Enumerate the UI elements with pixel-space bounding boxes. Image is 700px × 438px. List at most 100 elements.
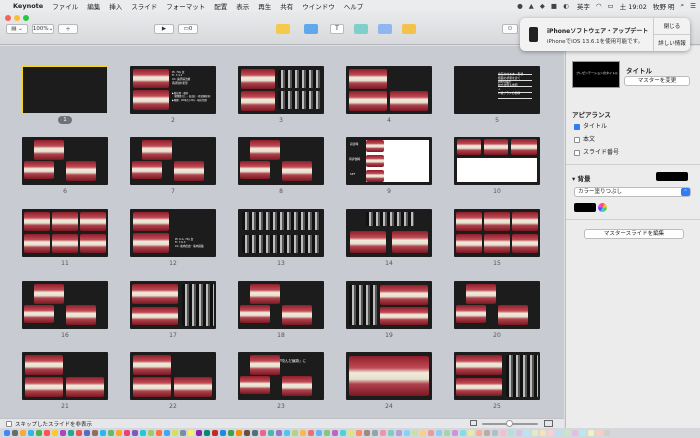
slide-number-checkbox[interactable]: [574, 149, 580, 156]
dock-app-icon[interactable]: [524, 430, 530, 436]
dock-app-icon[interactable]: [324, 430, 330, 436]
body-checkbox[interactable]: [574, 136, 580, 143]
dock-app-icon[interactable]: [372, 430, 378, 436]
menu-share[interactable]: 共有: [280, 1, 293, 11]
dock-app-icon[interactable]: [84, 430, 90, 436]
fill-type-select[interactable]: カラー塗りつぶし ⌃: [574, 187, 691, 197]
slide-thumbnail[interactable]: [346, 66, 432, 114]
chart-icon[interactable]: [304, 24, 318, 34]
slide-thumbnail[interactable]: [454, 352, 540, 400]
dock-app-icon[interactable]: [492, 430, 498, 436]
dock-app-icon[interactable]: [548, 430, 554, 436]
shape-icon[interactable]: [354, 24, 368, 34]
close-window-icon[interactable]: [5, 15, 11, 21]
dock-app-icon[interactable]: [532, 430, 538, 436]
status-icons[interactable]: ● ▲ ◆ ■ ◐: [517, 2, 571, 10]
dock-app-icon[interactable]: [572, 430, 578, 436]
slide-thumbnail[interactable]: [454, 209, 540, 257]
menu-arrange[interactable]: 配置: [214, 1, 227, 11]
slide-thumbnail[interactable]: [22, 281, 108, 329]
dock-app-icon[interactable]: [332, 430, 338, 436]
dock-app-icon[interactable]: [268, 430, 274, 436]
play-button[interactable]: ▶: [154, 24, 174, 34]
control-center-icon[interactable]: ☰: [690, 2, 696, 10]
dock-app-icon[interactable]: [444, 430, 450, 436]
dock-app-icon[interactable]: [236, 430, 242, 436]
media-icon[interactable]: [378, 24, 392, 34]
input-source[interactable]: 英字: [577, 1, 590, 11]
add-slide-button[interactable]: ＋: [58, 24, 78, 34]
slide-thumbnail[interactable]: [238, 137, 324, 185]
menu-edit[interactable]: 編集: [87, 1, 100, 11]
slide-grid[interactable]: 1 2 3 4 5 6 7 8 9 10 11 12 13 14 15 16 17 18 19 20 21 22 23 24 2…: [0, 46, 564, 418]
dock-app-icon[interactable]: [196, 430, 202, 436]
zoom-select[interactable]: 100% ⌄: [32, 24, 54, 34]
dock-app-icon[interactable]: [140, 430, 146, 436]
menu-file[interactable]: ファイル: [52, 1, 78, 11]
title-option[interactable]: タイトル: [574, 121, 607, 130]
dock-app-icon[interactable]: [404, 430, 410, 436]
dock-app-icon[interactable]: [92, 430, 98, 436]
dock-app-icon[interactable]: [468, 430, 474, 436]
view-menu-button[interactable]: ▤ ⌄: [6, 24, 28, 34]
dock-app-icon[interactable]: [116, 430, 122, 436]
slide-thumbnail[interactable]: [238, 281, 324, 329]
dock-app-icon[interactable]: [124, 430, 130, 436]
dock-app-icon[interactable]: [4, 430, 10, 436]
dock-app-icon[interactable]: [20, 430, 26, 436]
dock-app-icon[interactable]: [556, 430, 562, 436]
dock-app-icon[interactable]: [420, 430, 426, 436]
dock-app-icon[interactable]: [52, 430, 58, 436]
dock-app-icon[interactable]: [580, 430, 586, 436]
dock-app-icon[interactable]: [452, 430, 458, 436]
slide-thumbnail[interactable]: [346, 281, 432, 329]
slide-thumbnail[interactable]: [22, 137, 108, 185]
comment-icon[interactable]: [402, 24, 416, 34]
body-option[interactable]: 本文: [574, 134, 595, 143]
menu-slide[interactable]: スライド: [131, 1, 157, 11]
dock-app-icon[interactable]: [316, 430, 322, 436]
dock-app-icon[interactable]: [12, 430, 18, 436]
slide-thumbnail[interactable]: [130, 281, 216, 329]
share-button[interactable]: ⚇: [502, 24, 518, 34]
dock-app-icon[interactable]: [396, 430, 402, 436]
dock-app-icon[interactable]: [252, 430, 258, 436]
dock-app-icon[interactable]: [340, 430, 346, 436]
dock-app-icon[interactable]: [188, 430, 194, 436]
search-icon[interactable]: ⌕: [681, 1, 685, 10]
edit-master-button[interactable]: マスタースライドを編集: [584, 229, 684, 239]
dock-app-icon[interactable]: [436, 430, 442, 436]
dock-app-icon[interactable]: [308, 430, 314, 436]
notification-close-button[interactable]: 閉じる: [654, 22, 690, 30]
dock-app-icon[interactable]: [100, 430, 106, 436]
dock-app-icon[interactable]: [292, 430, 298, 436]
dock-app-icon[interactable]: [276, 430, 282, 436]
menu-insert[interactable]: 挿入: [109, 1, 122, 11]
keynote-live-button[interactable]: ▭ 0: [178, 24, 198, 34]
dock-app-icon[interactable]: [428, 430, 434, 436]
slide-thumbnail[interactable]: [346, 209, 432, 257]
menu-help[interactable]: ヘルプ: [344, 1, 364, 11]
dock-app-icon[interactable]: [148, 430, 154, 436]
zoom-window-icon[interactable]: [23, 15, 29, 21]
background-color-well[interactable]: [656, 172, 688, 181]
dock-app-icon[interactable]: [60, 430, 66, 436]
dock-app-icon[interactable]: [508, 430, 514, 436]
title-checkbox[interactable]: [574, 123, 580, 130]
dock-app-icon[interactable]: [108, 430, 114, 436]
slide-thumbnail[interactable]: [130, 209, 216, 257]
dock-app-icon[interactable]: [180, 430, 186, 436]
slide-number-option[interactable]: スライド番号: [574, 147, 619, 156]
table-icon[interactable]: [276, 24, 290, 34]
dock-app-icon[interactable]: [300, 430, 306, 436]
dock-app-icon[interactable]: [244, 430, 250, 436]
dock-app-icon[interactable]: [588, 430, 594, 436]
slide-thumbnail[interactable]: [346, 137, 432, 185]
color-wheel-icon[interactable]: [598, 203, 607, 212]
dock-app-icon[interactable]: [36, 430, 42, 436]
menu-window[interactable]: ウインドウ: [302, 1, 335, 11]
small-thumb-icon[interactable]: [470, 420, 477, 426]
dock-app-icon[interactable]: [68, 430, 74, 436]
dock-app-icon[interactable]: [596, 430, 602, 436]
dock-app-icon[interactable]: [132, 430, 138, 436]
